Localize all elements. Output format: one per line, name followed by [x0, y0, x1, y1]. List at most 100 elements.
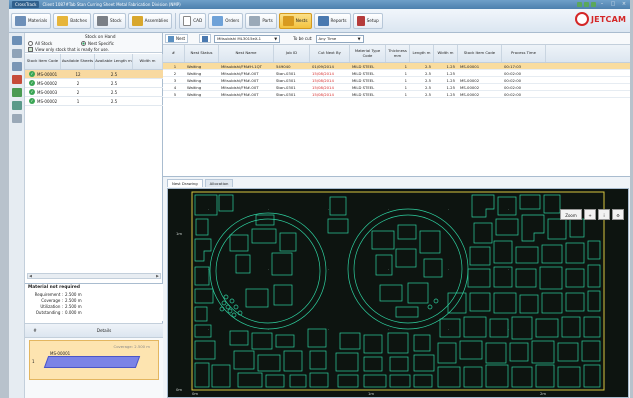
thickness-cell: 1 [404, 77, 407, 83]
list-view-icon[interactable] [12, 49, 22, 58]
parts-button[interactable]: Parts [245, 12, 277, 29]
batches-button[interactable]: Batches [53, 12, 91, 29]
job-row[interactable]: 5 Waiting Mitsubishi/FM#-00T Stan-0301 15/08… [163, 91, 630, 98]
reports-button[interactable]: Reports [313, 12, 351, 29]
to-be-cut-label: To be cut: [293, 36, 313, 41]
stock-view-icon[interactable] [12, 36, 22, 45]
col-index[interactable]: # [163, 45, 185, 62]
tab-allocation[interactable]: Allocation [204, 179, 234, 187]
cut-next-by-cell: 15/08/2014 [312, 84, 334, 90]
col-material-type[interactable]: Material Type Code [350, 45, 386, 62]
material-type-cell: MILD STEEL [352, 91, 375, 97]
stock-horizontal-scrollbar[interactable]: ◀ ▶ [27, 273, 161, 279]
nests-button[interactable]: Nests [278, 12, 312, 29]
nest-name-cell: Mitsubishi/FM#-00T [221, 91, 259, 97]
row-index-cell: 3 [173, 77, 177, 83]
setup-button[interactable]: Setup [352, 12, 383, 29]
nest-status-cell: Waiting [187, 63, 202, 69]
axis-label-y: 1m [176, 231, 183, 236]
col-width[interactable]: Width m [434, 45, 458, 62]
job-id-cell: Stan-0301 [276, 77, 296, 83]
machine-icon [202, 35, 209, 42]
width-cell: 1.25 [446, 63, 455, 69]
process-time-cell: 00:02:00 [504, 77, 522, 83]
ready-only-checkbox[interactable]: View only stock that is ready for use. [28, 47, 109, 52]
orders-button[interactable]: Orders [208, 12, 244, 29]
nest-status-cell: Waiting [187, 77, 202, 83]
maximize-icon[interactable]: □ [609, 1, 617, 7]
stock-item-cell: MS-00001 [460, 63, 480, 69]
nest-specific-radio[interactable]: Nest Specific [81, 41, 114, 46]
cad-button[interactable]: CAD [179, 12, 207, 29]
col-stock-item[interactable]: Stock Item Code [458, 45, 502, 62]
stock-panel: Stock on Hand All Stock Nest Specific Vi… [25, 33, 163, 398]
col-cut-next-by[interactable]: Cut Next By [310, 45, 350, 62]
materials-button[interactable]: Materials [11, 12, 52, 29]
axis-label-x: 0m [192, 391, 199, 396]
app-tab[interactable]: CrossTrack [12, 1, 40, 8]
logo-text: JETCAM [591, 14, 627, 24]
col-thickness[interactable]: Thickness mm [386, 45, 410, 62]
col-width[interactable]: Width m [133, 54, 163, 69]
width-cell: 1.25 [446, 91, 455, 97]
thickness-cell: 1 [404, 84, 407, 90]
job-row[interactable]: 3 Waiting Mitsubishi/FM#-00T Stan-0301 15/08… [163, 77, 630, 84]
assemblies-icon [131, 15, 143, 26]
nest-name-cell: Mitsubishi/FM#-00T [221, 77, 259, 83]
grid-view-icon[interactable] [12, 62, 22, 71]
nest-drawing-panel: Nest Drawing Allocation Zoom + i ⚙ 1m 0m… [163, 176, 630, 398]
col-available-length[interactable]: Available Length m [95, 54, 133, 69]
tab-nest-drawing[interactable]: Nest Drawing [167, 179, 203, 187]
machine-icon-button[interactable] [199, 34, 212, 43]
col-nest-name[interactable]: Nest Name [219, 45, 274, 62]
job-row[interactable]: 1 Waiting Mitsubishi/FM#H-1QT 549040 01/09/2… [163, 63, 630, 70]
job-row[interactable]: 4 Waiting Mitsubishi/FM#-00T Stan-0301 15/08… [163, 84, 630, 91]
zoom-button[interactable]: Zoom [560, 209, 582, 220]
scroll-right-icon[interactable]: ▶ [155, 274, 160, 278]
minimize-icon[interactable]: – [598, 1, 606, 7]
stock-table-header: Stock Item Code Available Sheets Availab… [25, 54, 163, 70]
detail-item[interactable]: 1 Coverage: 2.500 m MS-00001 [29, 340, 159, 380]
close-icon[interactable]: × [620, 1, 628, 7]
document-view-icon[interactable] [12, 114, 22, 123]
chart-view-icon[interactable] [12, 75, 22, 84]
reports-icon [317, 15, 329, 26]
check-icon: ✓ [29, 80, 35, 86]
nest-filter-bar: Nest Mitsubishi ML3015eX-1 ▼ To be cut: A… [163, 33, 630, 45]
parts-icon [249, 15, 261, 26]
assemblies-button[interactable]: Assemblies [127, 12, 173, 29]
col-available-sheets[interactable]: Available Sheets [61, 54, 95, 69]
machine-select[interactable]: Mitsubishi ML3015eX-1 ▼ [214, 34, 281, 43]
window-controls: – □ × [598, 1, 628, 7]
gear-icon[interactable]: ⚙ [612, 209, 624, 220]
axis-label-y: 0m [176, 387, 183, 392]
length-cell: 2.5 [424, 70, 431, 76]
all-stock-radio[interactable]: All Stock [28, 41, 52, 46]
to-be-cut-select[interactable]: Any Time ▼ [315, 34, 364, 43]
col-nest-status[interactable]: Nest Status [185, 45, 219, 62]
axis-label-x: 2m [540, 391, 547, 396]
stock-button[interactable]: Stock [93, 12, 126, 29]
nest-canvas[interactable]: Zoom + i ⚙ 1m 0m 0m 1m 2m [167, 188, 629, 398]
col-length[interactable]: Length m [410, 45, 434, 62]
col-process-time[interactable]: Process Time [502, 45, 546, 62]
job-row[interactable]: 2 Waiting Mitsubishi/FM#-00T Stan-0301 15/08… [163, 70, 630, 77]
info-icon[interactable]: i [598, 209, 610, 220]
scroll-left-icon[interactable]: ◀ [28, 274, 33, 278]
length-cell: 2.5 [424, 91, 431, 97]
nest-button[interactable]: Nest [165, 34, 189, 43]
col-job-id[interactable]: Job ID [274, 45, 310, 62]
chevron-down-icon: ▼ [357, 36, 361, 41]
details-header: # Details [25, 324, 163, 338]
col-stock-code[interactable]: Stock Item Code [25, 54, 61, 69]
window-title: Client 1087#Tab Stan Curring Sheet Metal… [42, 2, 181, 7]
nest-job-area: Nest Mitsubishi ML3015eX-1 ▼ To be cut: A… [163, 33, 630, 176]
stock-header: Stock on Hand All Stock Nest Specific Vi… [25, 33, 162, 53]
zoom-in-icon[interactable]: + [584, 209, 596, 220]
status-dot-icon [584, 2, 589, 7]
stock-row[interactable]: ✓ MS-00002 1 2.5 [25, 97, 163, 106]
row-index-cell: 2 [173, 70, 177, 76]
sheet-view-icon[interactable] [12, 88, 22, 97]
graph-view-icon[interactable] [12, 101, 22, 110]
stock-icon [97, 15, 108, 26]
